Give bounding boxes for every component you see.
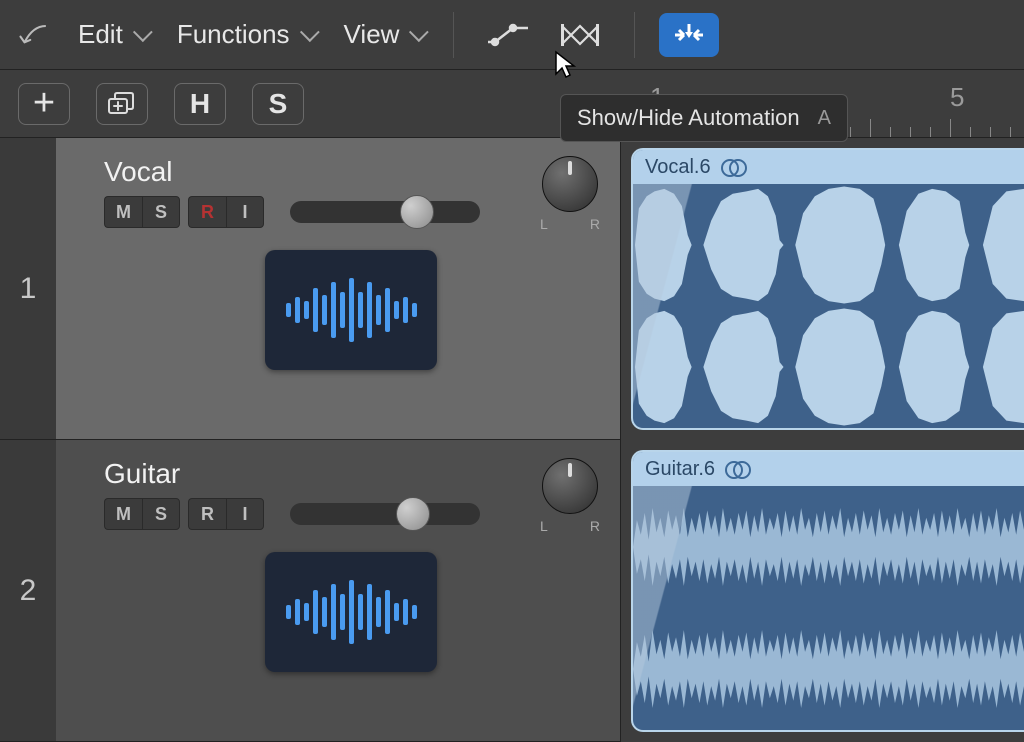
mute-button[interactable]: M: [104, 196, 142, 228]
waveform-right: [633, 306, 1024, 428]
edit-menu-label: Edit: [78, 19, 123, 50]
chevron-down-icon: [133, 22, 153, 42]
track-number-column: 1 2: [0, 138, 56, 742]
volume-slider[interactable]: [290, 201, 480, 223]
add-track-button[interactable]: +: [18, 83, 70, 125]
catch-playhead-button[interactable]: [659, 13, 719, 57]
functions-menu-label: Functions: [177, 19, 290, 50]
input-monitor-button[interactable]: I: [226, 498, 264, 530]
toolbar-icon-group: [478, 13, 610, 57]
view-menu-label: View: [344, 19, 400, 50]
region-header[interactable]: Vocal.6: [633, 150, 1024, 184]
pan-knob[interactable]: [542, 458, 598, 514]
track-number[interactable]: 1: [0, 138, 56, 440]
toolbar-separator: [453, 12, 454, 58]
arrange-area[interactable]: Vocal.6 Guitar.6: [620, 138, 1024, 742]
mute-button[interactable]: M: [104, 498, 142, 530]
track-area: 1 2 Vocal M S R I LR: [0, 138, 1024, 742]
chevron-down-icon: [409, 22, 429, 42]
track-header-column: Vocal M S R I LR: [56, 138, 620, 742]
pan-labels: LR: [540, 216, 600, 232]
volume-slider-thumb[interactable]: [396, 497, 430, 531]
audio-region-vocal[interactable]: Vocal.6: [631, 148, 1024, 430]
tooltip: Show/Hide Automation A: [560, 94, 848, 142]
ruler-mark: 5: [950, 82, 964, 113]
waveform-icon: [286, 278, 417, 342]
back-curve-button[interactable]: [18, 17, 54, 53]
pan-knob[interactable]: [542, 156, 598, 212]
track-icon[interactable]: [265, 552, 437, 672]
tooltip-shortcut: A: [818, 107, 831, 130]
volume-slider-thumb[interactable]: [400, 195, 434, 229]
track-number[interactable]: 2: [0, 440, 56, 742]
track-header-guitar[interactable]: Guitar M S R I LR: [56, 440, 620, 742]
record-enable-button[interactable]: R: [188, 498, 226, 530]
main-toolbar: Edit Functions View: [0, 0, 1024, 70]
tooltip-text: Show/Hide Automation: [577, 105, 800, 131]
audio-region-guitar[interactable]: Guitar.6: [631, 450, 1024, 732]
input-monitor-button[interactable]: I: [226, 196, 264, 228]
flex-toggle-button[interactable]: [550, 13, 610, 57]
chevron-down-icon: [299, 22, 319, 42]
solo-tracks-button[interactable]: S: [252, 83, 304, 125]
hide-tracks-button[interactable]: H: [174, 83, 226, 125]
track-name-label[interactable]: Vocal: [104, 156, 598, 188]
view-menu[interactable]: View: [338, 15, 430, 54]
track-header-vocal[interactable]: Vocal M S R I LR: [56, 138, 620, 440]
edit-menu[interactable]: Edit: [72, 15, 153, 54]
stereo-icon: [721, 159, 745, 175]
pan-labels: LR: [540, 518, 600, 534]
region-name-label: Guitar.6: [645, 458, 715, 481]
record-enable-button[interactable]: R: [188, 196, 226, 228]
region-name-label: Vocal.6: [645, 156, 711, 179]
waveform-right: [633, 608, 1024, 730]
track-icon[interactable]: [265, 250, 437, 370]
track-name-label[interactable]: Guitar: [104, 458, 598, 490]
region-header[interactable]: Guitar.6: [633, 452, 1024, 486]
solo-button[interactable]: S: [142, 196, 180, 228]
waveform-left: [633, 486, 1024, 608]
toolbar-separator: [634, 12, 635, 58]
automation-toggle-button[interactable]: [478, 13, 538, 57]
functions-menu[interactable]: Functions: [171, 15, 320, 54]
waveform-left: [633, 184, 1024, 306]
waveform-icon: [286, 580, 417, 644]
duplicate-track-button[interactable]: [96, 83, 148, 125]
stereo-icon: [725, 461, 749, 477]
volume-slider[interactable]: [290, 503, 480, 525]
solo-button[interactable]: S: [142, 498, 180, 530]
